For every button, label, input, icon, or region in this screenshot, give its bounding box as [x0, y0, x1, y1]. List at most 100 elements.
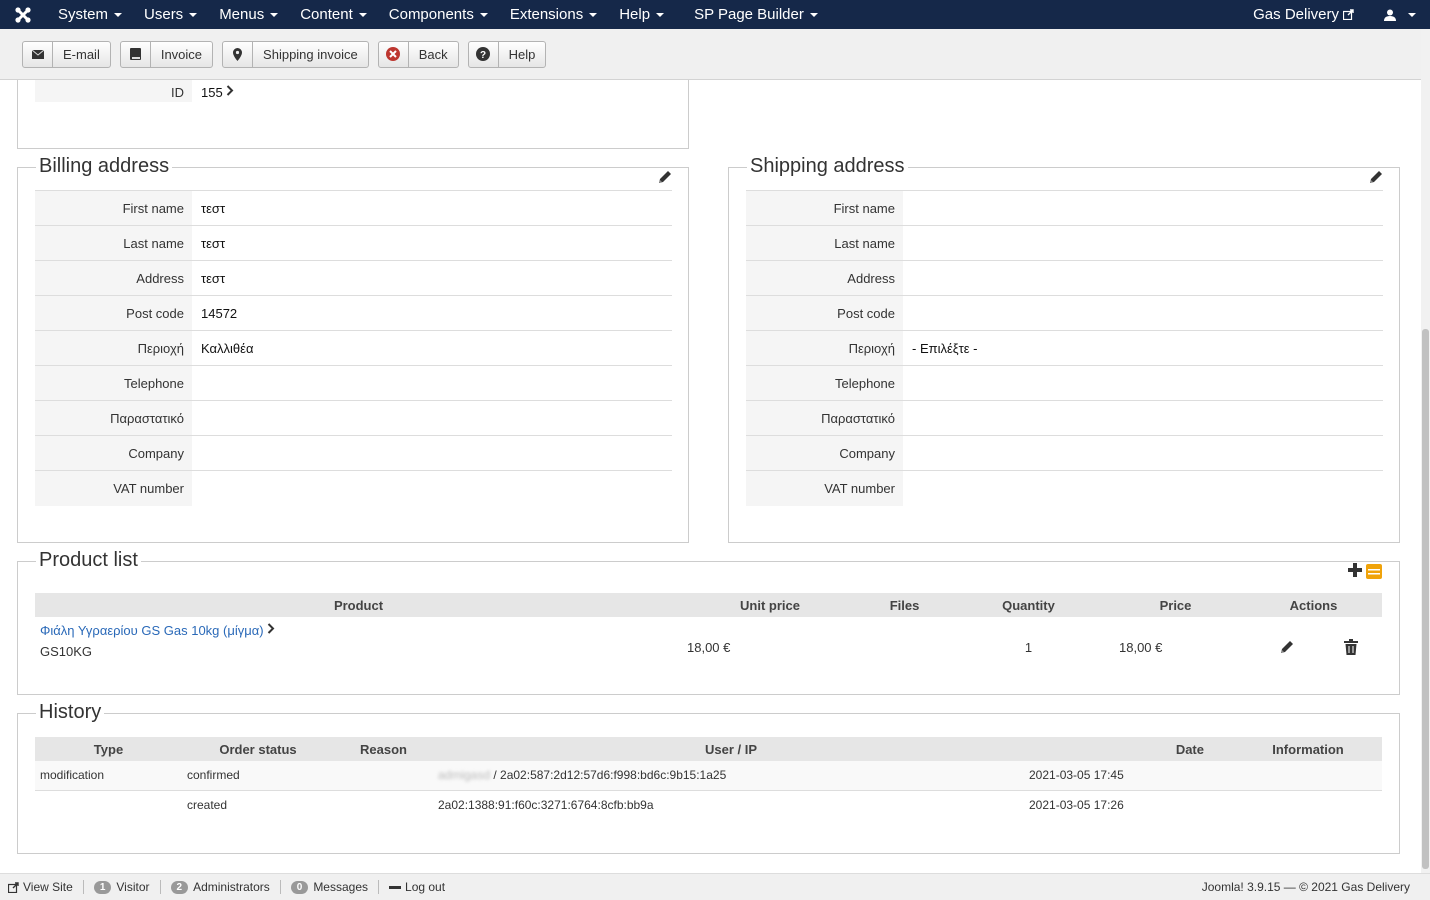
user-icon — [1384, 9, 1396, 21]
folder-icon[interactable] — [1366, 563, 1382, 579]
caret-down-icon — [270, 12, 279, 17]
billing-company-value — [192, 435, 672, 471]
files-col-header: Files — [858, 593, 951, 617]
envelope-icon — [23, 41, 53, 67]
menu-components[interactable]: Components — [377, 0, 498, 29]
history-reason — [334, 790, 433, 819]
view-site-link[interactable]: View Site — [8, 880, 84, 894]
chevron-right-icon[interactable] — [267, 623, 275, 634]
information-col-header: Information — [1234, 737, 1382, 761]
price-col-header: Price — [1106, 593, 1245, 617]
billing-region-label: Περιοχή — [35, 330, 192, 366]
history-status: created — [187, 797, 228, 812]
product-list-box: Product list Product Unit price Files Qu… — [17, 549, 1400, 695]
scrollbar-thumb[interactable] — [1422, 329, 1429, 869]
site-link[interactable]: Gas Delivery — [1253, 6, 1372, 23]
delete-product-trash-icon[interactable] — [1343, 639, 1358, 655]
menu-extensions[interactable]: Extensions — [498, 0, 607, 29]
history-table-header: Type Order status Reason User / IP Date … — [35, 737, 1382, 761]
shipping-telephone-label: Telephone — [746, 365, 903, 401]
external-link-icon — [8, 881, 19, 893]
order-id-number: 155 — [201, 84, 223, 100]
product-table: Product Unit price Files Quantity Price … — [35, 593, 1382, 677]
version-copyright: Joomla! 3.9.15 — © 2021 Gas Delivery — [1201, 880, 1410, 894]
shipping-region-label: Περιοχή — [746, 330, 903, 366]
back-button[interactable]: Back — [377, 40, 459, 68]
shipping-first-name-value — [903, 190, 1383, 226]
table-row: modification confirmed admigasd / 2a02:5… — [35, 761, 1382, 790]
product-actions-cell — [1245, 617, 1382, 677]
logout-label: Log out — [405, 880, 446, 894]
billing-first-name-value: τεστ — [192, 190, 672, 226]
shipping-invoice-button-label: Shipping invoice — [263, 46, 358, 62]
menu-users[interactable]: Users — [132, 0, 207, 29]
billing-region-value: Καλλιθέα — [192, 330, 672, 366]
caret-down-icon — [589, 12, 598, 17]
caret-down-icon — [479, 12, 488, 17]
edit-billing-pencil-icon[interactable] — [657, 169, 673, 188]
vertical-scrollbar[interactable] — [1421, 29, 1430, 873]
user-menu[interactable] — [1372, 0, 1430, 29]
shipping-post-code-value — [903, 295, 1383, 331]
shipping-address-value — [903, 260, 1383, 296]
billing-address-table: First name τεστ Last name τεστ Address τεστ… — [35, 190, 672, 506]
menu-label: Menus — [219, 6, 265, 23]
product-name-link[interactable]: Φιάλη Υγραερίου GS Gas 10kg (μίγμα) — [40, 623, 264, 638]
order-status-col-header: Order status — [182, 737, 334, 761]
shipping-address-box: Shipping address First name Last name Ad… — [728, 155, 1400, 543]
table-row: created 2a02:1388:91:f60c:3271:6764:8cfb… — [35, 790, 1382, 819]
edit-shipping-pencil-icon[interactable] — [1368, 169, 1384, 188]
actions-col-header: Actions — [1245, 593, 1382, 617]
history-date: 2021-03-05 17:45 — [1029, 768, 1124, 783]
menu-system[interactable]: System — [46, 0, 132, 29]
billing-company-label: Company — [35, 435, 192, 471]
logout-link[interactable]: Log out — [379, 880, 455, 894]
history-date: 2021-03-05 17:26 — [1029, 797, 1124, 812]
visitors-status[interactable]: 1 Visitor — [84, 880, 161, 894]
menu-sp-page-builder[interactable]: SP Page Builder — [674, 0, 828, 29]
billing-telephone-value — [192, 365, 672, 401]
history-table: Type Order status Reason User / IP Date … — [35, 737, 1382, 819]
edit-product-pencil-icon[interactable] — [1279, 639, 1295, 655]
product-table-header: Product Unit price Files Quantity Price … — [35, 593, 1382, 617]
product-cell: Φιάλη Υγραερίου GS Gas 10kg (μίγμα) GS10… — [35, 617, 682, 677]
caret-down-icon — [358, 12, 367, 17]
view-site-label: View Site — [23, 880, 73, 894]
administrators-status[interactable]: 2 Administrators — [161, 880, 281, 894]
email-button[interactable]: E-mail — [22, 40, 111, 68]
shipping-first-name-label: First name — [746, 190, 903, 226]
menu-help[interactable]: Help — [607, 0, 674, 29]
visitors-badge: 1 — [93, 880, 112, 894]
external-link-icon — [1343, 9, 1354, 20]
chevron-right-icon[interactable] — [226, 84, 234, 96]
order-id-row: ID 155 — [35, 80, 672, 102]
caret-down-icon — [1408, 12, 1416, 17]
invoice-button[interactable]: Invoice — [119, 40, 214, 68]
menu-content[interactable]: Content — [288, 0, 377, 29]
order-info-box: ID 155 — [17, 80, 689, 149]
product-quantity: 1 — [1024, 639, 1033, 655]
email-button-label: E-mail — [63, 46, 100, 62]
history-box: History Type Order status Reason User / … — [17, 701, 1400, 854]
add-product-plus-icon[interactable] — [1348, 563, 1362, 577]
history-ip: 2a02:1388:91:f60c:3271:6764:8cfb:bb9a — [438, 797, 654, 812]
billing-vat-label: VAT number — [35, 470, 192, 506]
minus-icon — [389, 885, 402, 889]
help-button[interactable]: ? Help — [467, 40, 547, 68]
caret-down-icon — [809, 12, 818, 17]
billing-last-name-value: τεστ — [192, 225, 672, 261]
shipping-document-value — [903, 400, 1383, 436]
joomla-logo-icon[interactable] — [0, 0, 46, 29]
messages-status[interactable]: 0 Messages — [281, 880, 380, 894]
product-col-header: Product — [35, 593, 682, 617]
caret-down-icon — [114, 12, 123, 17]
shipping-invoice-button[interactable]: Shipping invoice — [222, 40, 369, 68]
history-title: History — [36, 701, 105, 724]
billing-vat-value — [192, 470, 672, 506]
table-row: Φιάλη Υγραερίου GS Gas 10kg (μίγμα) GS10… — [35, 617, 1382, 677]
menu-menus[interactable]: Menus — [207, 0, 288, 29]
order-details-content: ID 155 Billing address First name τεστ La… — [0, 80, 1421, 873]
shipping-address-title: Shipping address — [747, 155, 908, 178]
shipping-company-value — [903, 435, 1383, 471]
messages-badge: 0 — [290, 880, 309, 894]
